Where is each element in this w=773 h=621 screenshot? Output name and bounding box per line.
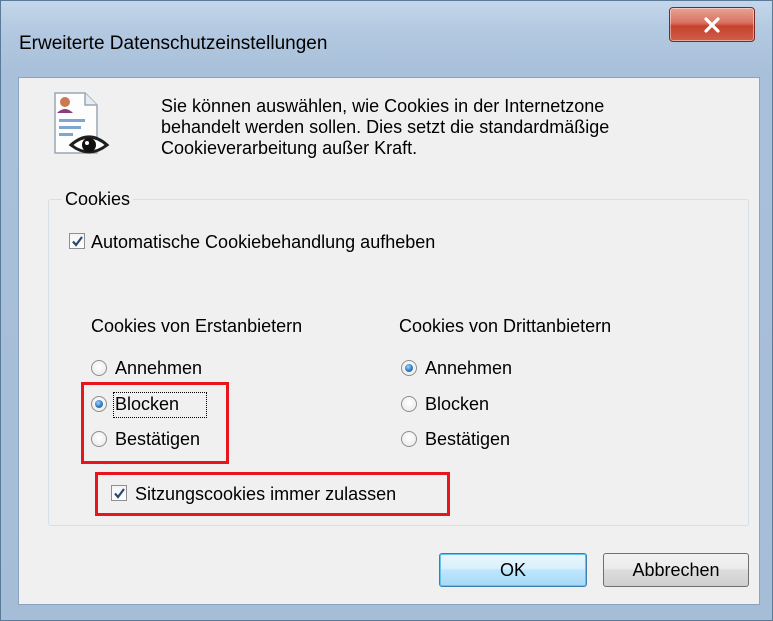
first-party-accept-radio[interactable] bbox=[91, 360, 107, 376]
dialog-window: Erweiterte Datenschutzeinstellungen Sie … bbox=[0, 0, 773, 621]
override-checkbox[interactable] bbox=[69, 233, 85, 249]
third-party-accept-radio[interactable] bbox=[401, 360, 417, 376]
privacy-document-eye-icon bbox=[54, 92, 110, 154]
intro-line-3: Cookieverarbeitung außer Kraft. bbox=[161, 138, 418, 158]
third-party-confirm-label[interactable]: Bestätigen bbox=[425, 428, 510, 450]
cancel-button[interactable]: Abbrechen bbox=[603, 553, 749, 587]
highlight-session-cookies bbox=[95, 472, 450, 516]
third-party-heading: Cookies von Drittanbietern bbox=[399, 316, 612, 336]
window-title: Erweiterte Datenschutzeinstellungen bbox=[19, 33, 328, 54]
intro-line-1: Sie können auswählen, wie Cookies in der… bbox=[161, 96, 605, 116]
first-party-accept-label[interactable]: Annehmen bbox=[115, 357, 202, 379]
cookies-group-label: Cookies bbox=[62, 188, 134, 210]
highlight-first-party-options bbox=[81, 382, 229, 464]
ok-button[interactable]: OK bbox=[439, 553, 587, 587]
checkmark-icon bbox=[72, 236, 83, 247]
close-button[interactable] bbox=[669, 7, 755, 42]
override-checkbox-label[interactable]: Automatische Cookiebehandlung aufheben bbox=[91, 231, 435, 253]
title-bar[interactable]: Erweiterte Datenschutzeinstellungen bbox=[1, 1, 772, 77]
dialog-content: Sie können auswählen, wie Cookies in der… bbox=[18, 77, 760, 605]
third-party-accept-label[interactable]: Annehmen bbox=[425, 357, 512, 379]
third-party-confirm-radio[interactable] bbox=[401, 431, 417, 447]
close-icon bbox=[704, 16, 720, 33]
intro-text: Sie können auswählen, wie Cookies in der… bbox=[161, 96, 721, 159]
first-party-heading: Cookies von Erstanbietern bbox=[91, 316, 303, 336]
third-party-block-label[interactable]: Blocken bbox=[425, 393, 489, 415]
intro-line-2: behandelt werden sollen. Dies setzt die … bbox=[161, 117, 610, 137]
third-party-block-radio[interactable] bbox=[401, 396, 417, 412]
radio-selected-dot bbox=[405, 364, 413, 372]
